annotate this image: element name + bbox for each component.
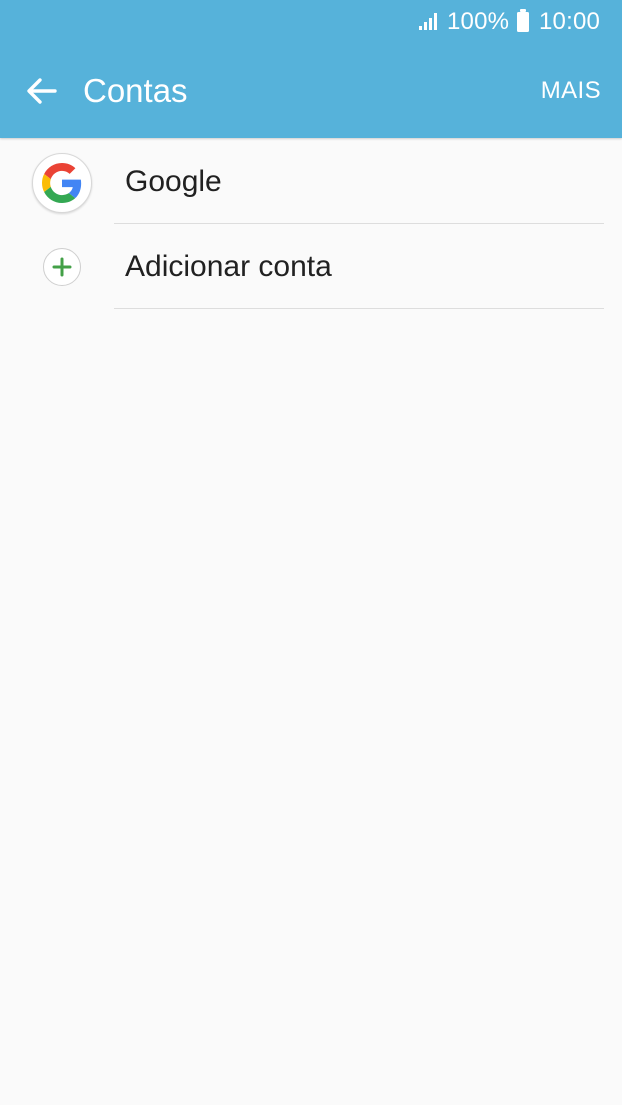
google-icon [42, 163, 82, 203]
status-time: 10:00 [539, 8, 601, 35]
app-header: 100% 10:00 Contas MAIS [0, 0, 622, 138]
battery-percentage: 100% [447, 8, 510, 35]
list-divider [114, 308, 604, 309]
more-button[interactable]: MAIS [541, 77, 601, 105]
google-account-label: Google [125, 165, 222, 198]
account-row-google[interactable]: Google [0, 138, 622, 223]
add-account-icon-circle[interactable] [43, 248, 81, 286]
back-button[interactable] [14, 65, 70, 117]
arrow-left-icon [27, 78, 57, 104]
google-account-avatar [32, 153, 92, 213]
page-title: Contas [83, 72, 188, 109]
add-account-label[interactable]: Adicionar conta [125, 249, 332, 285]
status-bar: 100% 10:00 [0, 0, 622, 44]
signal-icon [419, 13, 437, 30]
plus-icon [52, 257, 72, 277]
accounts-list: Google Adicionar conta [0, 138, 622, 1105]
list-divider [114, 223, 604, 224]
battery-icon [517, 9, 529, 32]
